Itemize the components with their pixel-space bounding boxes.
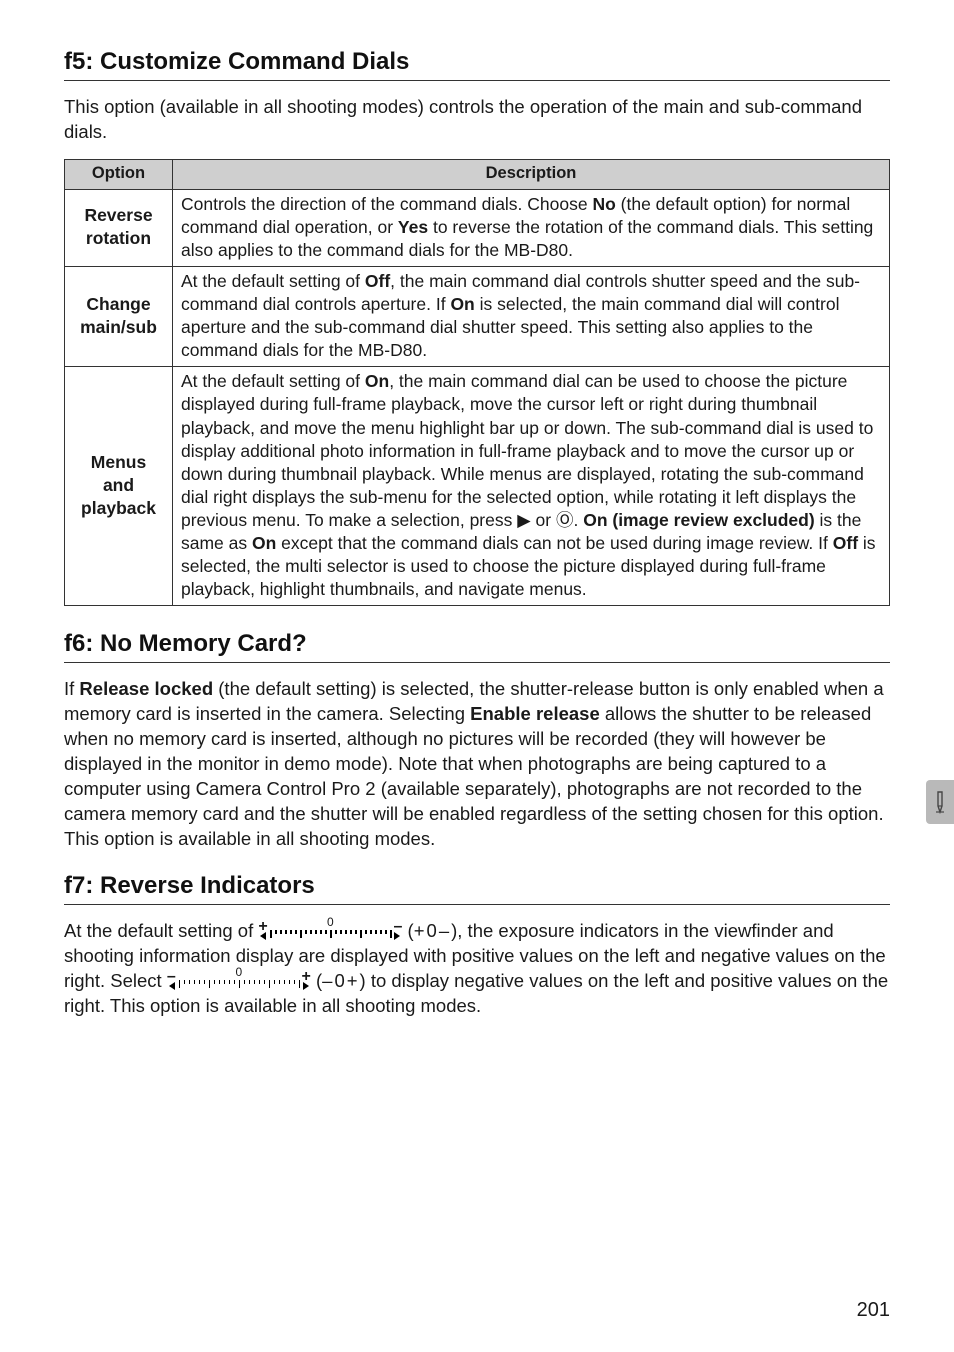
- side-tab: [926, 780, 954, 824]
- description-cell: At the default setting of On, the main c…: [173, 367, 890, 606]
- description-cell: At the default setting of Off, the main …: [173, 266, 890, 366]
- section-f7: f7: Reverse Indicators At the default se…: [64, 872, 890, 1019]
- title-divider: [64, 662, 890, 663]
- exposure-indicator-negative-left-icon: – 0 +: [169, 970, 309, 990]
- table-row: Reverse rotation Controls the direction …: [65, 189, 890, 266]
- exposure-order-label: +0–: [414, 920, 451, 941]
- section-f6-title: f6: No Memory Card?: [64, 630, 890, 658]
- section-f6-body: If Release locked (the default setting) …: [64, 677, 890, 852]
- table-row: Change main/sub At the default setting o…: [65, 266, 890, 366]
- exposure-indicator-positive-left-icon: + 0 –: [260, 920, 400, 940]
- description-cell: Controls the direction of the command di…: [173, 189, 890, 266]
- table-row: Menus and playback At the default settin…: [65, 367, 890, 606]
- section-f7-title: f7: Reverse Indicators: [64, 872, 890, 900]
- option-cell-reverse-rotation: Reverse rotation: [65, 189, 173, 266]
- section-f6: f6: No Memory Card? If Release locked (t…: [64, 630, 890, 852]
- section-f5-intro: This option (available in all shooting m…: [64, 95, 890, 145]
- pencil-icon: [932, 790, 948, 814]
- section-f7-body: At the default setting of + 0 – (+0–), t…: [64, 919, 890, 1019]
- title-divider: [64, 80, 890, 81]
- section-f5: f5: Customize Command Dials This option …: [64, 48, 890, 606]
- table-head-description: Description: [173, 159, 890, 189]
- option-cell-menus-and-playback: Menus and playback: [65, 367, 173, 606]
- option-cell-change-main-sub: Change main/sub: [65, 266, 173, 366]
- page-number: 201: [857, 1299, 890, 1322]
- section-f5-title: f5: Customize Command Dials: [64, 48, 890, 76]
- options-table: Option Description Reverse rotation Cont…: [64, 159, 890, 606]
- title-divider: [64, 904, 890, 905]
- table-head-option: Option: [65, 159, 173, 189]
- exposure-order-label: –0+: [322, 970, 359, 991]
